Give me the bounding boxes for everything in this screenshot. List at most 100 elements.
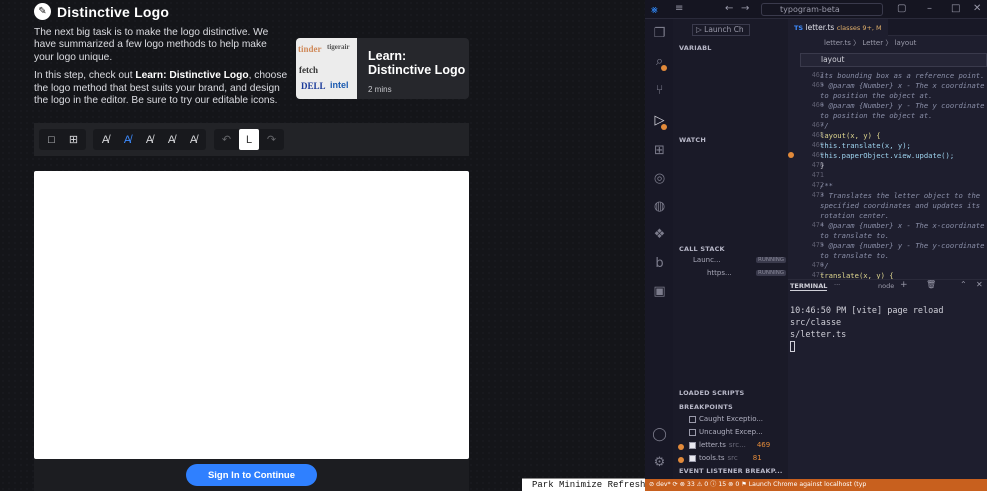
- checkbox[interactable]: [689, 428, 696, 436]
- method-5-icon[interactable]: A̸: [184, 131, 203, 148]
- logo-method-group: A̸ A̸ A̸ A̸ A̸: [93, 129, 206, 150]
- account-icon[interactable]: ◯: [652, 427, 667, 442]
- bookmark-icon[interactable]: b: [652, 256, 667, 271]
- variables-section[interactable]: VARIABL: [679, 44, 712, 52]
- editor-tabs: TS letter.ts classes 9+, M: [788, 19, 987, 36]
- code-line: * @param {number} y - The y-coordinate: [820, 241, 985, 250]
- breakpoint-item[interactable]: letter.ts src... 469: [689, 441, 770, 449]
- sign-in-button[interactable]: Sign In to Continue: [186, 464, 317, 486]
- learn-card-duration: 2 mins: [368, 85, 392, 94]
- code-editor: TS letter.ts classes 9+, M letter.ts 〉 L…: [788, 19, 987, 279]
- checkbox[interactable]: [689, 415, 696, 423]
- screen: ✎ Distinctive Logo The next big task is …: [0, 0, 987, 491]
- call-stack-item[interactable]: https...: [707, 269, 732, 277]
- tab-terminal[interactable]: TERMINAL: [790, 282, 828, 291]
- event-listener-section[interactable]: EVENT LISTENER BREAKP...: [679, 467, 783, 475]
- page-title: Distinctive Logo: [57, 3, 170, 20]
- preview-icon[interactable]: ▣: [652, 284, 667, 299]
- back-arrow-icon[interactable]: ←: [725, 3, 733, 14]
- code-line: }: [820, 161, 825, 170]
- explorer-icon[interactable]: ❐: [652, 26, 667, 41]
- close-icon[interactable]: ✕: [973, 3, 981, 14]
- undo-icon[interactable]: ↶: [217, 131, 236, 148]
- breakpoint-item[interactable]: Caught Exceptio...: [689, 415, 763, 423]
- breadcrumb[interactable]: letter.ts 〉 Letter 〉 layout: [788, 37, 987, 50]
- terminal-panel: TERMINAL ··· node + 🗑 ⌃ ✕ 10:46:50 PM [v…: [788, 279, 987, 479]
- redo-icon[interactable]: ↷: [262, 131, 281, 148]
- call-stack-section[interactable]: CALL STACK: [679, 245, 725, 253]
- more-icon[interactable]: ···: [834, 281, 840, 289]
- method-1-icon[interactable]: A̸: [96, 131, 115, 148]
- loaded-scripts-section[interactable]: LOADED SCRIPTS: [679, 389, 744, 397]
- debug-badge: [661, 124, 667, 130]
- command-center-search[interactable]: typogram-beta: [761, 3, 883, 16]
- status-bar: ⊘ dev* ⟳ ⊗ 33 ⚠ 0 ⓘ 15 ⊗ 0 ⚑ Launch Chro…: [645, 479, 987, 491]
- code-line: */: [820, 261, 829, 270]
- menu-icon[interactable]: ≡: [675, 3, 683, 14]
- breakpoint-dot-icon: [678, 444, 684, 450]
- code-line: this.translate(x, y);: [820, 141, 911, 150]
- code-line: this.paperObject.view.update();: [820, 151, 955, 160]
- breakpoint-item[interactable]: tools.ts src 81: [689, 454, 762, 462]
- forward-arrow-icon[interactable]: →: [741, 3, 749, 14]
- minimize-icon[interactable]: –: [927, 3, 932, 14]
- code-line: layout(x, y) {: [820, 131, 881, 140]
- learn-card-thumbnail: tinder tigerair fetch DELL intel: [296, 38, 357, 99]
- maximize-icon[interactable]: □: [951, 3, 960, 14]
- settings-gear-icon[interactable]: ⚙: [652, 455, 667, 470]
- code-line: */: [820, 121, 829, 130]
- trash-icon[interactable]: 🗑: [926, 280, 936, 289]
- code-line: to translate to.: [820, 251, 890, 260]
- close-panel-icon[interactable]: ✕: [976, 280, 983, 289]
- code-line: rotation center.: [820, 211, 890, 220]
- learn-card[interactable]: tinder tigerair fetch DELL intel Learn: D…: [296, 38, 469, 99]
- checkbox[interactable]: [689, 441, 696, 449]
- method-4-icon[interactable]: A̸: [162, 131, 181, 148]
- remote-icon[interactable]: ◎: [652, 171, 667, 186]
- code-lines: 462 its bounding box as a reference poin…: [788, 71, 987, 279]
- intro-paragraph-1: The next big task is to make the logo di…: [34, 27, 269, 63]
- square-view-icon[interactable]: □: [42, 131, 61, 148]
- code-line: * @param {Number} x - The x coordinate: [820, 81, 985, 90]
- code-line: its bounding box as a reference point.: [820, 71, 985, 80]
- chevron-up-icon[interactable]: ⌃: [960, 280, 967, 289]
- code-line: translate(x, y) {: [820, 271, 894, 279]
- run-config-select[interactable]: ▷ Launch Ch: [692, 24, 750, 36]
- method-2-icon[interactable]: A̸: [118, 131, 137, 148]
- figma-icon[interactable]: ❖: [652, 227, 667, 242]
- code-line: to position the object at.: [820, 111, 933, 120]
- source-control-icon[interactable]: ⑂: [652, 83, 667, 98]
- new-terminal-icon[interactable]: +: [900, 280, 908, 290]
- activity-bar: ❐ ⌕ ⑂ ▷ ⊞ ◎ ◍ ❖ b ▣ ◯ ⚙: [645, 19, 673, 479]
- grid-view-icon[interactable]: ⊞: [64, 131, 83, 148]
- vscode-window: ⨳ ≡ ← → typogram-beta ▢ – □ ✕ ❐ ⌕ ⑂ ▷ ⊞ …: [645, 0, 987, 491]
- extensions-icon[interactable]: ⊞: [652, 143, 667, 158]
- window-controls-strip[interactable]: Park Minimize Refresh: [522, 478, 645, 491]
- call-stack-item[interactable]: Launc...: [693, 256, 721, 264]
- view-group: □ ⊞: [39, 129, 86, 150]
- status-badge: RUNNING: [756, 257, 787, 263]
- code-line: * @param {number} x - The x-coordinate: [820, 221, 985, 230]
- breakpoints-section[interactable]: BREAKPOINTS: [679, 403, 733, 411]
- watch-section[interactable]: WATCH: [679, 136, 706, 144]
- shell-label[interactable]: node: [878, 282, 894, 290]
- find-input[interactable]: layout: [800, 53, 987, 67]
- intro-paragraph-2: In this step, check out Learn: Distincti…: [34, 70, 288, 107]
- terminal-output[interactable]: 10:46:50 PM [vite] page reload src/class…: [790, 305, 985, 353]
- history-group: ↶ L ↷: [214, 129, 284, 150]
- letter-l-icon[interactable]: L: [239, 129, 259, 150]
- design-canvas[interactable]: [34, 171, 469, 459]
- method-3-icon[interactable]: A̸: [140, 131, 159, 148]
- tab-letter-ts[interactable]: TS letter.ts classes 9+, M: [788, 19, 888, 36]
- vscode-logo-icon: ⨳: [651, 3, 658, 16]
- breakpoint-item[interactable]: Uncaught Excep...: [689, 428, 763, 436]
- intro-text: The next big task is to make the logo di…: [34, 27, 288, 113]
- testing-icon[interactable]: ◍: [652, 199, 667, 214]
- breakpoint-dot-icon: [678, 457, 684, 463]
- status-badge: RUNNING: [756, 270, 787, 276]
- status-items[interactable]: ⊘ dev* ⟳ ⊗ 33 ⚠ 0 ⓘ 15 ⊗ 0 ⚑ Launch Chro…: [649, 479, 866, 491]
- layout-icon[interactable]: ▢: [897, 3, 906, 14]
- learn-link[interactable]: Learn: Distinctive Logo: [135, 70, 248, 81]
- checkbox[interactable]: [689, 454, 696, 462]
- code-line: * @param {Number} y - The y coordinate: [820, 101, 985, 110]
